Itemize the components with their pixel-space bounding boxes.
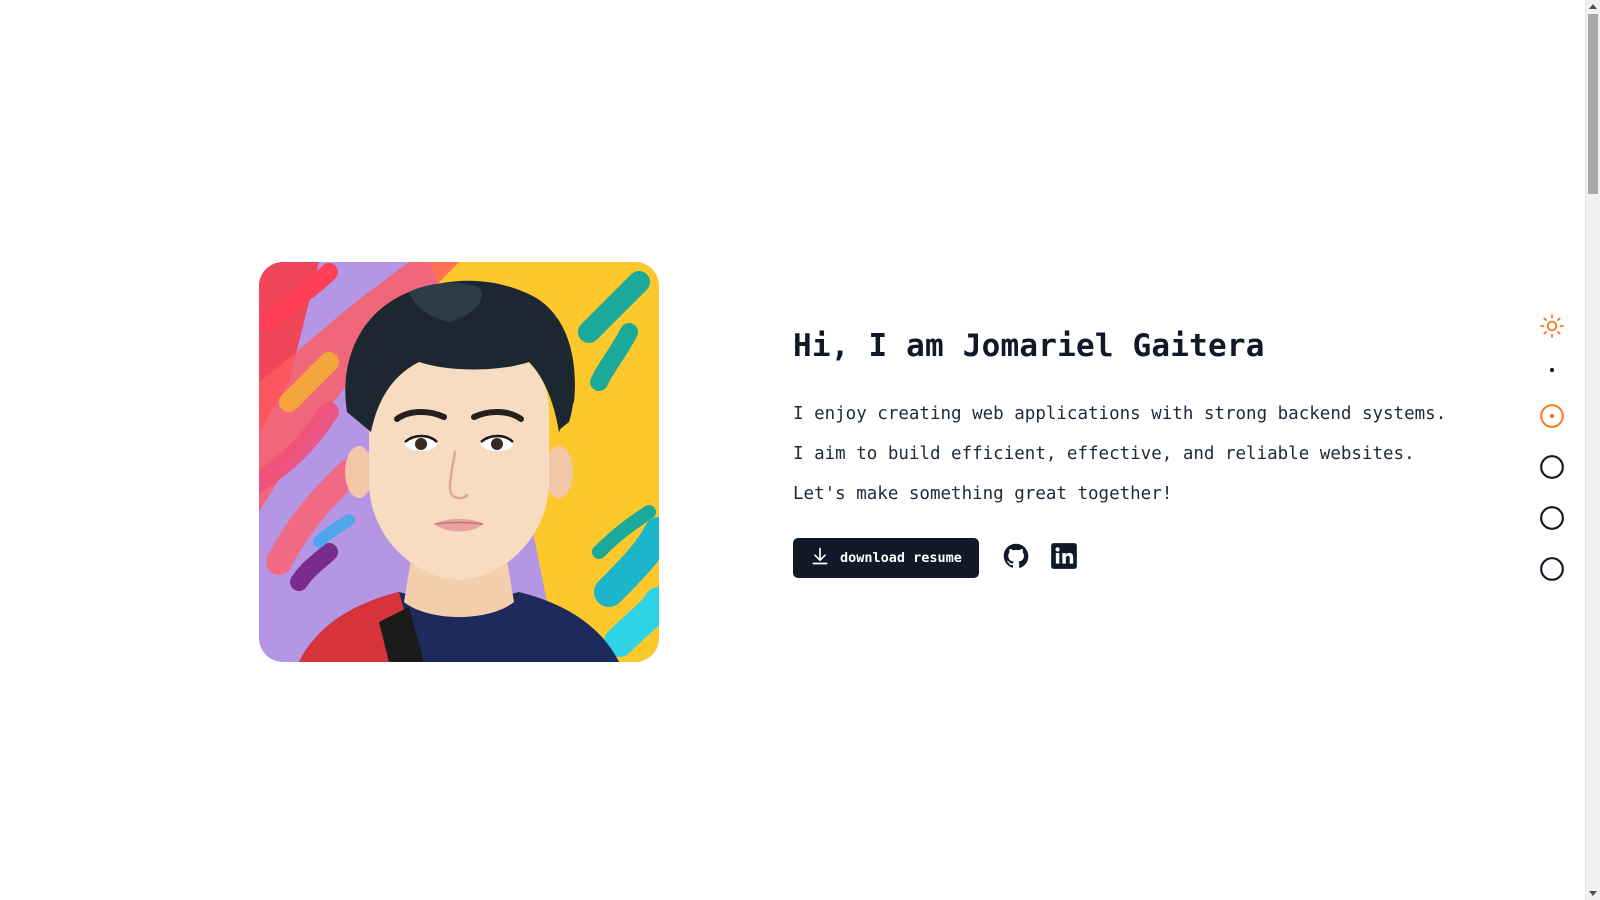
nav-dot-small[interactable] xyxy=(1537,357,1567,387)
profile-portrait xyxy=(259,262,659,662)
nav-section-2[interactable] xyxy=(1537,454,1567,484)
download-icon xyxy=(810,546,830,570)
circle-icon xyxy=(1539,454,1565,484)
hero-actions: download resume xyxy=(793,538,1453,578)
theme-toggle-button[interactable] xyxy=(1537,313,1567,343)
circle-active-icon xyxy=(1539,403,1565,433)
github-link[interactable] xyxy=(1001,543,1031,573)
hero-section: Hi, I am Jomariel Gaitera I enjoy creati… xyxy=(793,320,1453,578)
circle-icon xyxy=(1539,556,1565,586)
scroll-down-arrow-icon[interactable] xyxy=(1589,891,1597,896)
scroll-up-arrow-icon[interactable] xyxy=(1589,4,1597,9)
download-resume-button[interactable]: download resume xyxy=(793,538,979,578)
hero-heading: Hi, I am Jomariel Gaitera xyxy=(793,328,1265,364)
linkedin-icon xyxy=(1050,542,1078,574)
download-resume-label: download resume xyxy=(840,550,962,566)
nav-section-4[interactable] xyxy=(1537,556,1567,586)
scrollbar-thumb[interactable] xyxy=(1588,14,1598,194)
portrait-illustration xyxy=(259,262,659,662)
nav-section-1[interactable] xyxy=(1537,403,1567,433)
nav-section-3[interactable] xyxy=(1537,505,1567,535)
page: Hi, I am Jomariel Gaitera I enjoy creati… xyxy=(0,0,1600,900)
hero-intro: I enjoy creating web applications with s… xyxy=(793,404,1447,504)
dot-icon xyxy=(1539,357,1565,387)
circle-icon xyxy=(1539,505,1565,535)
linkedin-link[interactable] xyxy=(1049,543,1079,573)
vertical-scrollbar[interactable] xyxy=(1585,0,1600,900)
github-icon xyxy=(1002,542,1030,574)
sun-icon xyxy=(1539,313,1565,343)
